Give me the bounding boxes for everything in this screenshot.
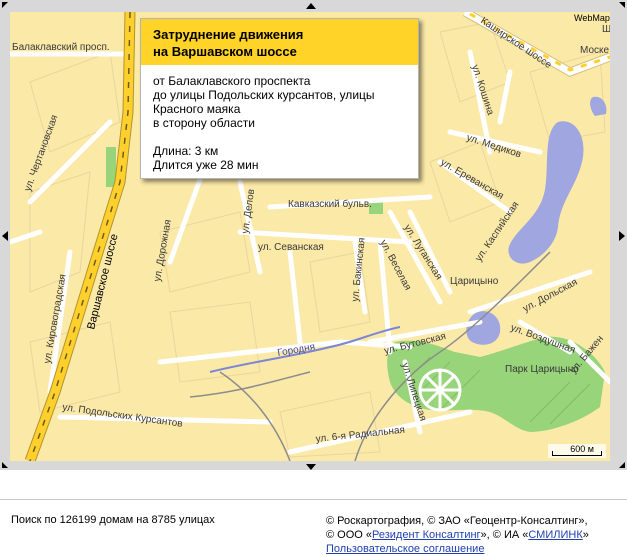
street-label-balaklavsky: Балаклавский просп. — [12, 42, 110, 53]
copyright-text: », © ИА « — [480, 529, 529, 541]
footer-divider — [0, 499, 627, 500]
street-label-sevanskaya: ул. Севанская — [258, 242, 324, 253]
smilink-link[interactable]: СМИЛИНК — [528, 529, 582, 541]
traffic-info-popup[interactable]: Затруднение движения на Варшавском шоссе… — [140, 18, 419, 179]
popup-body-line: от Балаклавского проспекта — [153, 74, 311, 88]
map-corner-top-right — [619, 2, 625, 8]
popup-body-line: в сторону области — [153, 116, 255, 130]
copyright-line: © Роскартография, © ЗАО «Геоцентр-Консал… — [326, 515, 588, 527]
pan-right-arrow-icon[interactable] — [619, 231, 625, 241]
popup-title: Затруднение движения на Варшавском шоссе — [141, 19, 418, 65]
popup-body: от Балаклавского проспекта до улицы Подо… — [141, 65, 418, 178]
user-agreement-link[interactable]: Пользовательское соглашение — [326, 543, 484, 555]
place-label-tsaritsyno: Царицыно — [450, 276, 499, 287]
popup-title-line: Затруднение движения — [153, 27, 304, 42]
copyright-notice: © Роскартография, © ЗАО «Геоцентр-Консал… — [326, 514, 589, 556]
street-label-moskvorechye: Моске — [580, 45, 609, 56]
webmap-logo[interactable]: WebMap — [574, 13, 610, 23]
street-label-kashirskoe-tail: Ш — [602, 24, 610, 35]
search-stats: Поиск по 126199 домам на 8785 улицах — [11, 514, 215, 526]
pan-down-arrow-icon[interactable] — [306, 464, 316, 470]
scale-bar: 600 м — [548, 444, 606, 458]
map-corner-bottom-right — [619, 462, 625, 468]
park-green-strip — [106, 147, 116, 187]
popup-body-line: Красного маяка — [153, 102, 241, 116]
pan-left-arrow-icon[interactable] — [2, 231, 8, 241]
map-corner-bottom-left — [2, 462, 8, 468]
tsaritsyno-roundabout — [418, 368, 462, 412]
popup-body-line: до улицы Подольских курсантов, улицы — [153, 88, 375, 102]
popup-title-line: на Варшавском шоссе — [153, 44, 297, 59]
popup-body-spacer — [153, 130, 406, 144]
map-frame: Балаклавский просп. ул. Чертановская Вар… — [0, 0, 627, 470]
resident-consulting-link[interactable]: Резидент Консалтинг — [372, 529, 481, 541]
street-label-kavkazsky: Кавказский бульв. — [288, 198, 372, 210]
popup-length: Длина: 3 км — [153, 144, 219, 158]
place-label-park: Парк Царицыно — [505, 364, 579, 375]
copyright-line: © ООО «Резидент Консалтинг», © ИА «СМИЛИ… — [326, 528, 589, 542]
copyright-text: © ООО « — [326, 529, 373, 541]
pan-up-arrow-icon[interactable] — [306, 3, 316, 9]
popup-duration: Длится уже 28 мин — [153, 158, 259, 172]
scale-ruler — [552, 451, 602, 456]
copyright-text: » — [582, 529, 589, 541]
map-corner-top-left — [2, 2, 8, 8]
